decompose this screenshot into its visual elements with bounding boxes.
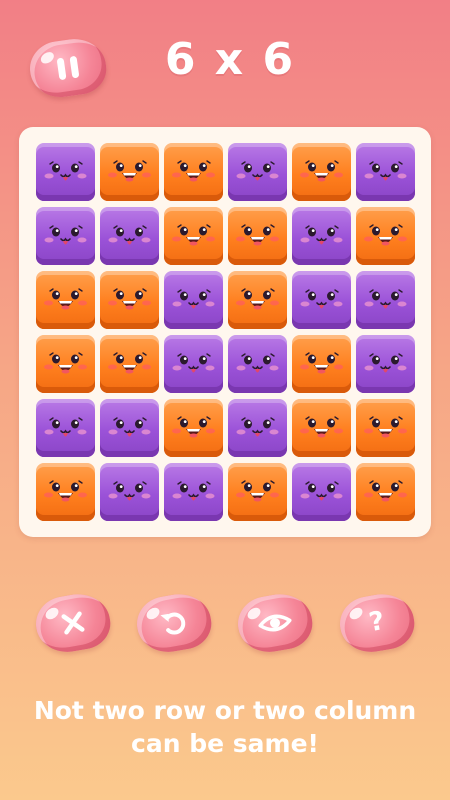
orange-tile[interactable] [36, 463, 95, 521]
orange-tile[interactable] [228, 207, 287, 265]
orange-tile[interactable] [356, 463, 415, 521]
purple-tile[interactable] [228, 335, 287, 393]
orange-tile[interactable] [292, 143, 351, 201]
tongue-face-icon [44, 417, 87, 437]
purple-tile[interactable] [36, 207, 95, 265]
purple-tile[interactable] [292, 271, 351, 329]
smile-face-icon [300, 160, 343, 182]
smile-face-icon [236, 480, 279, 502]
tongue-face-icon [364, 161, 407, 181]
orange-tile[interactable] [228, 271, 287, 329]
smile-face-icon [108, 160, 151, 182]
level-title: 6 x 6 [164, 34, 296, 85]
orange-tile[interactable] [356, 399, 415, 457]
tongue-face-icon [44, 225, 87, 245]
orange-tile[interactable] [36, 271, 95, 329]
purple-tile[interactable] [36, 399, 95, 457]
pause-button[interactable] [26, 34, 110, 102]
undo-icon [160, 612, 186, 635]
eye-icon [258, 614, 292, 632]
tongue-face-icon [108, 225, 151, 245]
purple-tile[interactable] [164, 335, 223, 393]
smile-face-icon [364, 224, 407, 246]
smile-face-icon [108, 352, 151, 374]
hint-line-2: can be same! [131, 729, 319, 758]
button-shine [38, 49, 56, 66]
orange-tile[interactable] [292, 399, 351, 457]
tongue-face-icon [300, 289, 343, 309]
tongue-face-icon [172, 289, 215, 309]
purple-tile[interactable] [292, 463, 351, 521]
purple-tile[interactable] [356, 143, 415, 201]
purple-tile[interactable] [100, 399, 159, 457]
purple-tile[interactable] [228, 399, 287, 457]
tongue-face-icon [44, 161, 87, 181]
clear-button[interactable] [31, 589, 115, 657]
tongue-face-icon [236, 161, 279, 181]
smile-face-icon [44, 352, 87, 374]
hint-line-1: Not two row or two column [33, 696, 417, 725]
orange-tile[interactable] [36, 335, 95, 393]
orange-tile[interactable] [356, 207, 415, 265]
smile-face-icon [364, 480, 407, 502]
purple-tile[interactable] [164, 463, 223, 521]
orange-tile[interactable] [164, 207, 223, 265]
purple-tile[interactable] [356, 271, 415, 329]
tongue-face-icon [108, 481, 151, 501]
purple-tile[interactable] [228, 143, 287, 201]
smile-face-icon [44, 288, 87, 310]
smile-face-icon [108, 288, 151, 310]
reveal-button[interactable] [233, 589, 317, 657]
orange-tile[interactable] [100, 143, 159, 201]
orange-tile[interactable] [100, 335, 159, 393]
purple-tile[interactable] [292, 207, 351, 265]
help-button[interactable]: ? [335, 589, 419, 657]
tile-grid [36, 143, 416, 523]
smile-face-icon [236, 288, 279, 310]
orange-tile[interactable] [228, 463, 287, 521]
smile-face-icon [300, 352, 343, 374]
orange-tile[interactable] [100, 271, 159, 329]
smile-face-icon [236, 224, 279, 246]
tongue-face-icon [364, 289, 407, 309]
smile-face-icon [172, 160, 215, 182]
undo-button[interactable] [132, 589, 216, 657]
orange-tile[interactable] [292, 335, 351, 393]
orange-tile[interactable] [164, 143, 223, 201]
tongue-face-icon [172, 353, 215, 373]
purple-tile[interactable] [100, 463, 159, 521]
smile-face-icon [44, 480, 87, 502]
pause-icon [56, 57, 67, 81]
question-icon: ? [366, 605, 387, 639]
tongue-face-icon [364, 353, 407, 373]
puzzle-board [19, 127, 431, 537]
purple-tile[interactable] [100, 207, 159, 265]
smile-face-icon [172, 416, 215, 438]
purple-tile[interactable] [356, 335, 415, 393]
purple-tile[interactable] [36, 143, 95, 201]
smile-face-icon [172, 224, 215, 246]
x-icon [61, 611, 85, 635]
orange-tile[interactable] [164, 399, 223, 457]
tongue-face-icon [172, 481, 215, 501]
tongue-face-icon [108, 417, 151, 437]
tongue-face-icon [236, 417, 279, 437]
tongue-face-icon [300, 225, 343, 245]
smile-face-icon [300, 416, 343, 438]
smile-face-icon [364, 416, 407, 438]
tongue-face-icon [236, 353, 279, 373]
purple-tile[interactable] [164, 271, 223, 329]
tongue-face-icon [300, 481, 343, 501]
rule-hint: Not two row or two column can be same! [20, 694, 430, 760]
